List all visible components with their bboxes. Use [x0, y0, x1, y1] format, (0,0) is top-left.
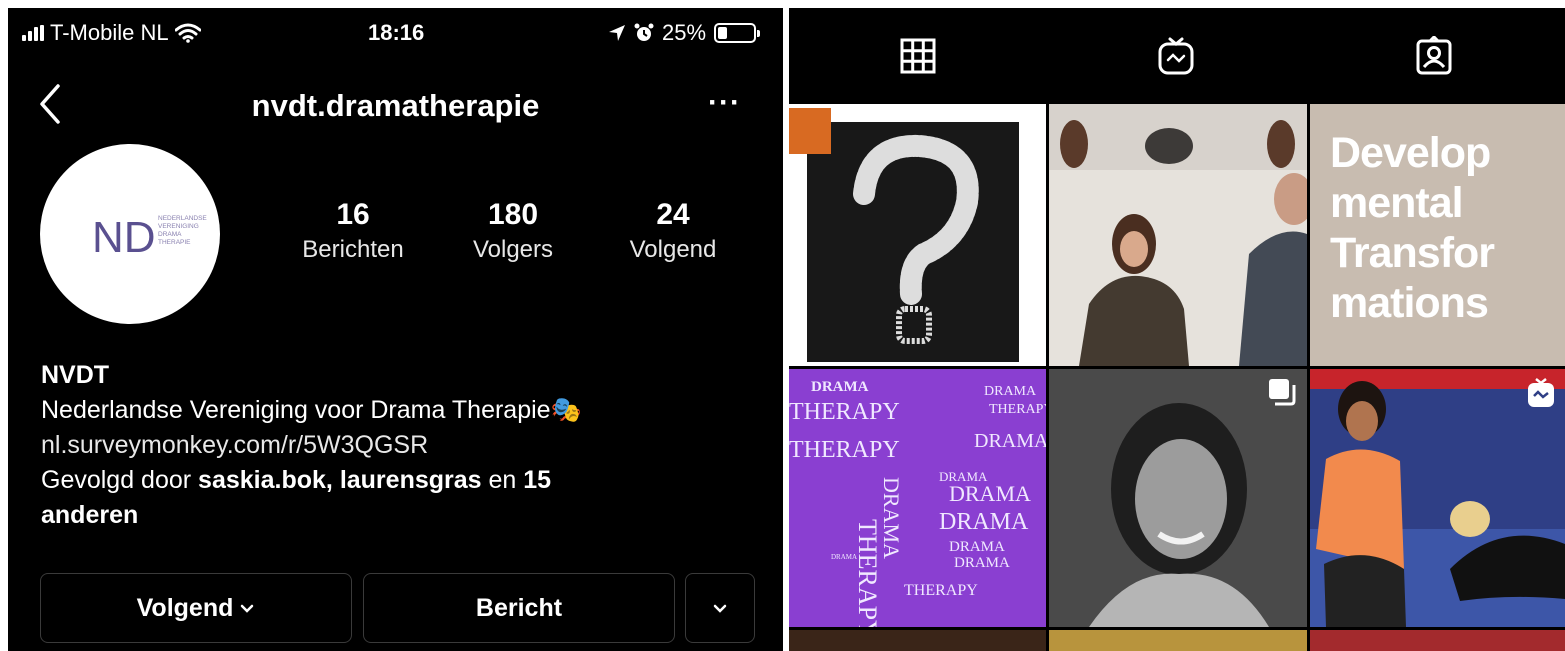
svg-text:THERAPY: THERAPY [789, 399, 900, 425]
followed-count: 15 [523, 466, 552, 494]
multiple-posts-icon [1269, 379, 1296, 406]
nvdt-logo: ND NEDERLANDSE VERENIGING DRAMA THERAPIE [92, 213, 207, 262]
photo-collage-image [1049, 104, 1307, 366]
svg-text:THERAPY: THERAPY [853, 519, 882, 627]
suggested-accounts-button[interactable] [685, 573, 755, 643]
svg-text:DRAMA: DRAMA [974, 430, 1046, 452]
profile-tabs [789, 8, 1565, 104]
tagged-person-icon [1416, 36, 1452, 75]
bio-description: Nederlandse Vereniging voor Drama Therap… [41, 396, 582, 424]
svg-text:THERAPY: THERAPY [904, 582, 978, 599]
theater-masks-emoji: 🎭 [550, 396, 582, 424]
igtv-icon [1528, 378, 1554, 407]
profile-username: nvdt.dramatherapie [251, 88, 540, 123]
posts-label: Berichten [302, 236, 404, 263]
alarm-icon [634, 23, 654, 41]
tab-igtv[interactable] [1047, 8, 1305, 104]
profile-header: nvdt.dramatherapie ··· [8, 68, 783, 128]
bio-link[interactable]: nl.surveymonkey.com/r/5W3QGSR [41, 428, 771, 463]
chevron-down-icon [241, 604, 254, 613]
post-woman-portrait[interactable] [1049, 369, 1307, 627]
signal-icon [22, 25, 44, 41]
post-photo-collage[interactable] [1049, 104, 1307, 366]
followers-label: Volgers [472, 236, 554, 263]
svg-text:DRAMA: DRAMA [949, 539, 1005, 555]
igtv-icon [1158, 37, 1194, 75]
logo-line-2: VERENIGING [158, 223, 199, 230]
post-partial-1[interactable] [789, 630, 1046, 651]
posts-count: 16 [336, 198, 370, 231]
svg-text:DRAMA: DRAMA [954, 555, 1010, 571]
posts-panel: Develop mental Transfor mations DRAMA TH… [789, 8, 1565, 651]
message-button[interactable]: Bericht [363, 573, 675, 643]
followed-by-text[interactable]: Gevolgd door saskia.bok, laurensgras en … [41, 463, 771, 533]
question-mark-image [789, 108, 1019, 362]
profile-stats: 16 Berichten 180 Volgers 24 Volgend [273, 198, 753, 264]
stat-following[interactable]: 24 Volgend [593, 198, 753, 264]
followed-user-1: saskia.bok [198, 466, 326, 494]
following-button[interactable]: Volgend [40, 573, 352, 643]
post-partial-2[interactable] [1049, 630, 1307, 651]
tab-tagged[interactable] [1305, 8, 1563, 104]
post-dev-text: Develop mental Transfor mations [1330, 129, 1495, 327]
profile-bio: NVDT Nederlandse Vereniging voor Drama T… [41, 358, 771, 533]
followed-user-2: laurensgras [339, 466, 482, 494]
battery-icon [714, 23, 761, 43]
stat-posts[interactable]: 16 Berichten [273, 198, 433, 264]
svg-text:THERAPY: THERAPY [989, 402, 1046, 417]
logo-letters: ND [92, 213, 156, 262]
wordcloud-image: DRAMA THERAPY THERAPY DRAMA THERAPY DRAM… [789, 379, 1046, 627]
followers-count: 180 [487, 198, 539, 231]
status-bar: T-Mobile NL 18:16 25% [8, 8, 783, 58]
avatar[interactable]: ND NEDERLANDSE VERENIGING DRAMA THERAPIE [40, 144, 220, 324]
grid-icon [900, 38, 936, 74]
svg-text:DRAMA: DRAMA [939, 509, 1029, 535]
battery-percent: 25% [662, 20, 707, 45]
profile-panel: T-Mobile NL 18:16 25% nvdt.dramatherapie… [8, 8, 783, 651]
following-label: Volgend [629, 236, 717, 263]
profile-display-name: NVDT [41, 361, 110, 389]
svg-text:THERAPY: THERAPY [789, 437, 900, 463]
profile-actions: Volgend Bericht [40, 573, 760, 643]
post-developmental-transformations[interactable]: Develop mental Transfor mations [1310, 104, 1565, 366]
logo-line-3: DRAMA [158, 231, 182, 238]
portrait-image [1049, 369, 1307, 627]
wifi-icon [174, 23, 201, 43]
carrier-name: T-Mobile NL [50, 20, 169, 45]
location-arrow-icon [609, 25, 625, 41]
more-options-button[interactable]: ··· [708, 86, 741, 120]
svg-text:DRAMA: DRAMA [984, 384, 1037, 399]
battery-level [718, 27, 728, 39]
svg-text:DRAMA: DRAMA [949, 481, 1031, 506]
svg-text:DRAMA: DRAMA [831, 553, 857, 561]
post-question-mark[interactable] [789, 104, 1046, 366]
clock: 18:16 [368, 20, 425, 45]
chevron-down-icon [713, 604, 727, 613]
following-count: 24 [656, 198, 690, 231]
svg-text:DRAMA: DRAMA [811, 379, 869, 395]
post-partial-3[interactable] [1310, 630, 1565, 651]
logo-line-4: THERAPIE [158, 239, 191, 246]
logo-line-1: NEDERLANDSE [158, 215, 207, 222]
post-drama-therapy-wordcloud[interactable]: DRAMA THERAPY THERAPY DRAMA THERAPY DRAM… [789, 369, 1046, 627]
tab-grid[interactable] [789, 8, 1047, 104]
stat-followers[interactable]: 180 Volgers [433, 198, 593, 264]
post-igtv-video[interactable] [1310, 369, 1565, 627]
